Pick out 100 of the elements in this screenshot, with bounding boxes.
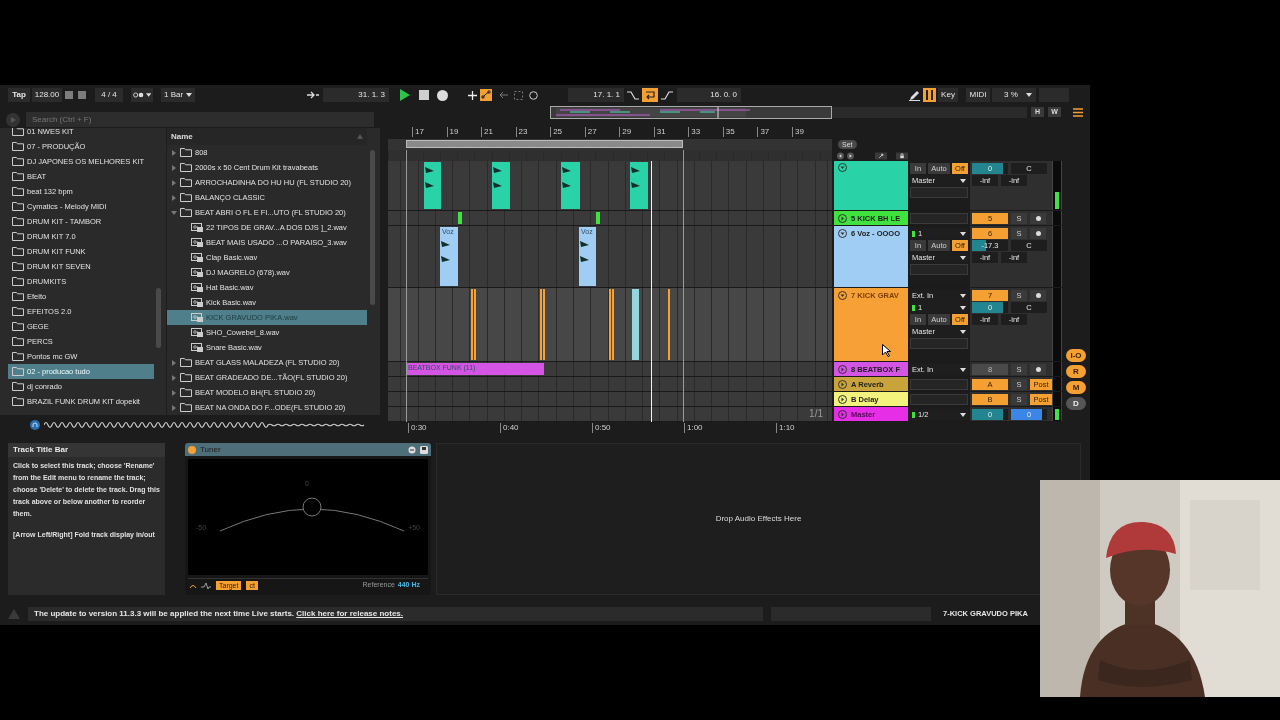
arm-button[interactable]: [1030, 290, 1046, 301]
caret-icon: [960, 178, 966, 183]
scrollbar[interactable]: [156, 288, 161, 348]
arm-button[interactable]: [1030, 213, 1046, 224]
disclosure-icon[interactable]: [171, 179, 177, 186]
circle-icon[interactable]: [529, 90, 538, 100]
clip[interactable]: [632, 289, 639, 360]
disclosure-icon[interactable]: [171, 164, 177, 171]
caret-icon: [960, 231, 966, 236]
tap-button[interactable]: Tap: [8, 88, 30, 102]
fold-icon[interactable]: [838, 291, 847, 301]
arm-button[interactable]: [1030, 364, 1046, 375]
metronome-icon: [133, 92, 144, 98]
time-signature-field[interactable]: 4 / 4: [95, 88, 123, 102]
dot-icon: [1035, 293, 1041, 298]
fold-icon[interactable]: [838, 163, 847, 172]
overview-drawing[interactable]: [550, 105, 832, 119]
disclosure-icon[interactable]: [171, 374, 177, 381]
loop-icon[interactable]: [642, 88, 658, 102]
capture-icon[interactable]: [514, 90, 523, 100]
fold-icon[interactable]: [838, 229, 847, 239]
track-lane[interactable]: [388, 211, 832, 226]
save-icon[interactable]: [420, 445, 428, 454]
histogram-mode-icon[interactable]: [201, 581, 211, 590]
disclosure-icon[interactable]: [171, 209, 177, 216]
device-power-icon[interactable]: [188, 445, 196, 454]
audio-file-icon: [191, 253, 203, 262]
punch-in-icon[interactable]: [627, 90, 639, 100]
clip[interactable]: [424, 162, 441, 209]
caret-icon: [960, 305, 966, 310]
release-notes-link[interactable]: Click here for release notes.: [296, 609, 404, 618]
midi-map-button[interactable]: MIDI: [966, 88, 990, 102]
pencil-icon[interactable]: [909, 89, 920, 101]
fold-icon[interactable]: [838, 365, 847, 375]
previous-icon[interactable]: [837, 151, 844, 160]
view-toggle[interactable]: M: [1066, 381, 1086, 394]
track-lane[interactable]: 1/1: [388, 407, 832, 422]
track-header[interactable]: [834, 161, 908, 211]
bar-number: 25: [550, 127, 563, 137]
disclosure-icon[interactable]: [171, 404, 177, 411]
clip[interactable]: [596, 212, 600, 224]
clip[interactable]: [458, 212, 462, 224]
bar-number: 33: [688, 127, 701, 137]
clip[interactable]: [630, 162, 648, 209]
track-lane[interactable]: [388, 392, 832, 407]
folder-icon: [12, 382, 24, 391]
quantization-dropdown[interactable]: 1 Bar: [161, 88, 195, 102]
loop-bar[interactable]: [388, 139, 832, 150]
clip[interactable]: [492, 162, 510, 209]
menu-icon[interactable]: [1073, 107, 1083, 117]
hot-swap-icon[interactable]: [408, 445, 416, 454]
disclosure-icon[interactable]: [171, 359, 177, 366]
loop-length-field[interactable]: 16. 0. 0: [677, 88, 741, 102]
piano-keys-icon[interactable]: [923, 88, 936, 102]
play-icon[interactable]: [399, 89, 411, 101]
fold-icon[interactable]: [838, 380, 847, 390]
loop-start-field[interactable]: 17. 1. 1: [568, 88, 624, 102]
nudge-icon[interactable]: [65, 90, 89, 100]
folder-icon: [180, 403, 192, 412]
key-map-button[interactable]: Key: [938, 88, 958, 102]
metronome-menu[interactable]: [131, 88, 153, 102]
disclosure-icon[interactable]: [171, 194, 177, 201]
plus-icon[interactable]: [468, 90, 477, 100]
search-field[interactable]: Search (Ctrl + F): [26, 112, 374, 127]
tempo-field[interactable]: 128.00: [32, 88, 62, 102]
lock-icon[interactable]: [895, 151, 908, 160]
disclosure-icon[interactable]: [171, 389, 177, 396]
device-title: Tuner: [200, 443, 221, 456]
record-icon[interactable]: [437, 89, 448, 101]
fold-icon[interactable]: [838, 395, 847, 405]
view-toggle[interactable]: D: [1066, 397, 1086, 410]
view-toggle[interactable]: R: [1066, 365, 1086, 378]
view-toggle[interactable]: I-O: [1066, 349, 1086, 362]
cpu-meter[interactable]: 3 %: [992, 88, 1036, 102]
expand-icon[interactable]: [874, 151, 887, 160]
column-header[interactable]: Name: [171, 130, 193, 143]
clip[interactable]: [561, 162, 580, 209]
back-arrow-icon[interactable]: [498, 91, 508, 99]
scrollbar[interactable]: [370, 150, 375, 305]
track-lane[interactable]: [388, 161, 832, 211]
fold-icon[interactable]: [838, 214, 847, 224]
audio-file-icon: [191, 268, 203, 277]
drop-area[interactable]: Drop Audio Effects Here: [436, 443, 1081, 595]
follow-icon[interactable]: [307, 91, 319, 99]
arm-button[interactable]: [1030, 228, 1046, 239]
next-icon[interactable]: [846, 151, 854, 160]
caret-icon: [1026, 93, 1032, 97]
punch-out-icon[interactable]: [661, 90, 673, 100]
folder-icon: [180, 163, 192, 172]
track-lane[interactable]: [388, 288, 832, 362]
disclosure-icon[interactable]: [171, 149, 177, 156]
blank-field: [910, 187, 968, 198]
track-lane[interactable]: [388, 377, 832, 392]
time-label: 0:50: [592, 423, 611, 433]
automation-arm-icon[interactable]: [480, 89, 492, 101]
preview-play-icon[interactable]: [5, 113, 21, 127]
headphones-icon[interactable]: [30, 420, 40, 430]
audio-file-icon: [191, 343, 203, 352]
song-position-field[interactable]: 31. 1. 3: [323, 88, 389, 102]
fold-icon[interactable]: [838, 410, 847, 420]
